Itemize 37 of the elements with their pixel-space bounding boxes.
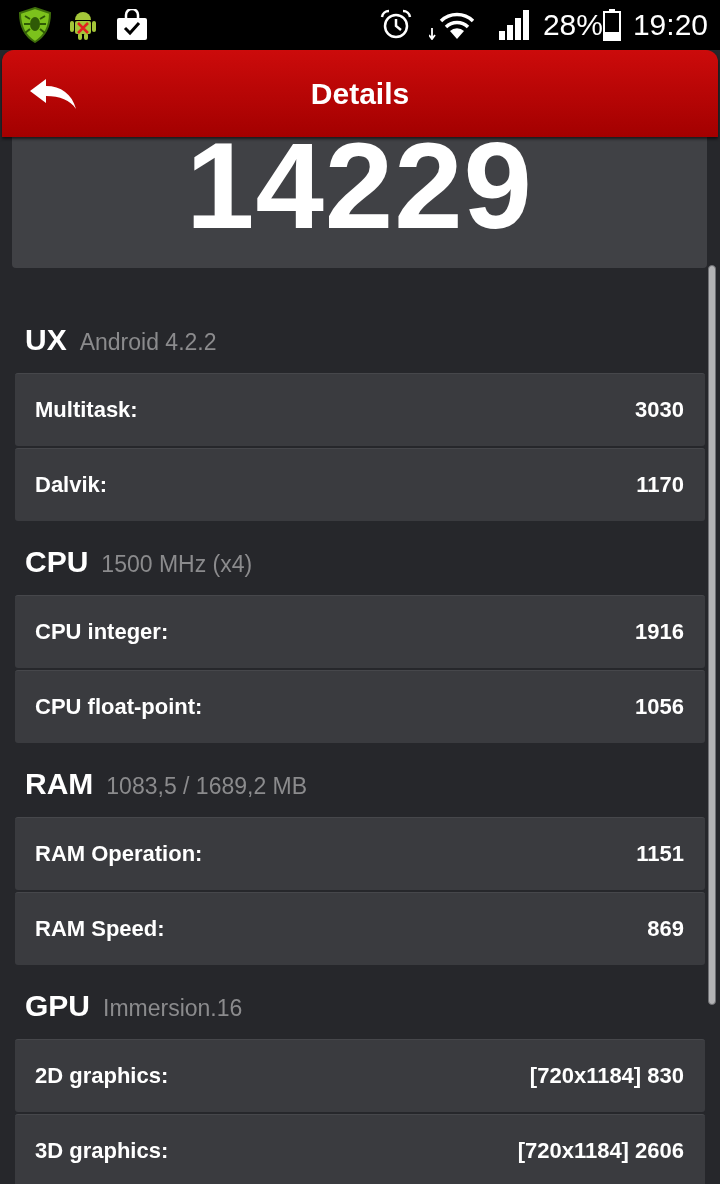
section-detail: Android 4.2.2 (79, 328, 217, 356)
test-label: CPU float-point: (35, 694, 203, 720)
signal-icon (498, 10, 529, 40)
total-score: 14229 (185, 137, 533, 236)
test-score: 3030 (635, 397, 684, 423)
test-label: RAM Speed: (35, 916, 165, 942)
test-score: 869 (647, 916, 684, 942)
test-label: CPU integer: (35, 619, 169, 645)
test-score: 1170 (636, 472, 684, 498)
test-label: RAM Operation: (35, 841, 203, 867)
section-title: RAM (25, 767, 94, 801)
test-label: 3D graphics: (35, 1138, 169, 1164)
back-arrow-icon[interactable] (30, 78, 76, 109)
wifi-icon (428, 10, 475, 40)
alarm-clock-icon (379, 9, 412, 41)
section-detail: 1500 MHz (x4) (101, 550, 253, 578)
test-score: 1151 (636, 841, 684, 867)
clock-time: 19:20 (632, 8, 708, 42)
section-title: GPU (25, 989, 90, 1023)
test-score: [720x1184] 830 (529, 1063, 684, 1089)
test-score: [720x1184] 2606 (517, 1138, 684, 1164)
test-score: 1916 (635, 619, 684, 645)
shopping-bag-icon (116, 9, 148, 41)
section-title: UX (25, 323, 67, 357)
android-icon (68, 9, 98, 41)
battery-icon (602, 9, 621, 41)
screen-title: Details (310, 75, 410, 112)
test-label: Dalvik: (35, 472, 108, 498)
scrollbar-thumb[interactable] (708, 265, 716, 1005)
shield-icon (18, 7, 52, 43)
battery-percent: 28% (542, 8, 603, 42)
section-detail: Immersion.16 (103, 994, 243, 1022)
section-detail: 1083,5 / 1689,2 MB (106, 772, 308, 800)
section-title: CPU (25, 545, 89, 579)
test-score: 1056 (635, 694, 684, 720)
test-label: 2D graphics: (35, 1063, 169, 1089)
test-label: Multitask: (35, 397, 138, 423)
